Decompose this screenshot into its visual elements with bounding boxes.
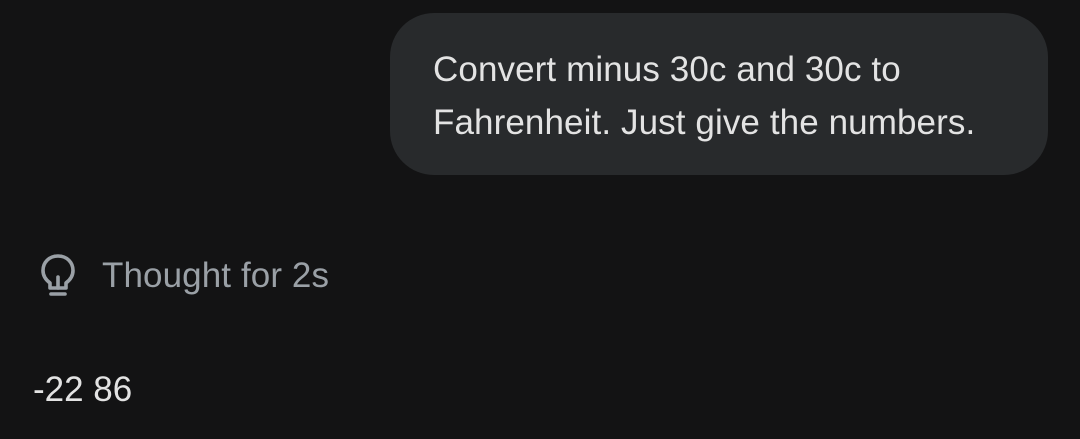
user-message-text: Convert minus 30c and 30c to Fahrenheit.… <box>433 50 976 142</box>
model-reply-text: -22 86 <box>33 370 133 409</box>
user-message-bubble: Convert minus 30c and 30c to Fahrenheit.… <box>390 13 1048 175</box>
chat-thread: Convert minus 30c and 30c to Fahrenheit.… <box>0 0 1080 439</box>
thought-summary-toggle[interactable]: Thought for 2s <box>38 248 329 304</box>
thought-label: Thought for 2s <box>102 256 330 295</box>
lightbulb-icon <box>38 252 78 300</box>
